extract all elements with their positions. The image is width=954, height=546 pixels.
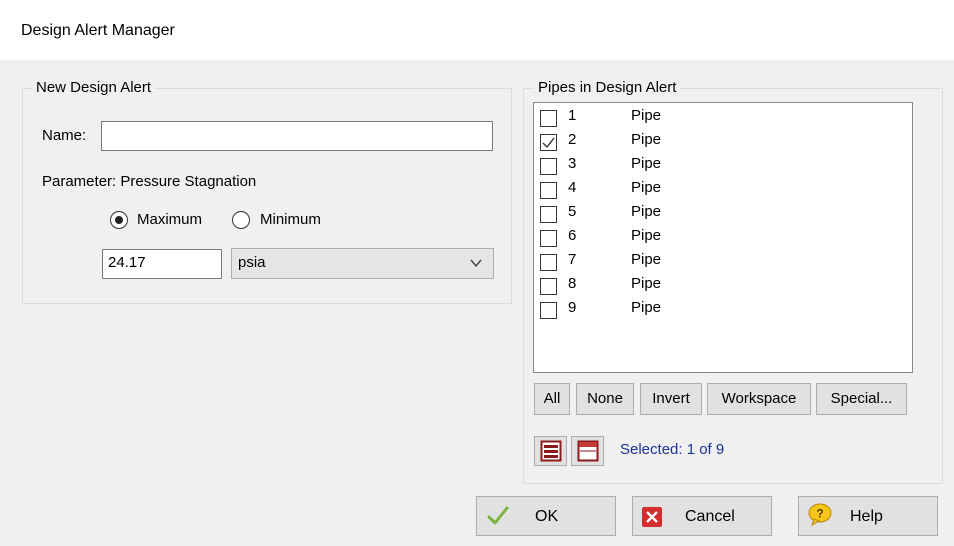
svg-text:?: ? bbox=[816, 507, 823, 521]
red-x-icon bbox=[642, 507, 662, 527]
minimum-radio[interactable] bbox=[232, 211, 250, 229]
list-item[interactable]: 1 Pipe bbox=[534, 106, 912, 130]
list-item[interactable]: 8 Pipe bbox=[534, 274, 912, 298]
list-item[interactable]: 9 Pipe bbox=[534, 298, 912, 322]
minimum-label[interactable]: Minimum bbox=[260, 210, 321, 230]
window-title: Design Alert Manager bbox=[21, 22, 175, 39]
selected-count: Selected: 1 of 9 bbox=[620, 441, 725, 458]
list-header-button[interactable] bbox=[571, 436, 604, 466]
pipe-checkbox[interactable] bbox=[540, 278, 557, 295]
pipe-type: Pipe bbox=[631, 251, 662, 268]
pipe-type: Pipe bbox=[631, 299, 662, 316]
workspace-button[interactable]: Workspace bbox=[707, 383, 811, 415]
pipe-checkbox[interactable] bbox=[540, 302, 557, 319]
pipe-checkbox[interactable] bbox=[540, 134, 557, 151]
special-button[interactable]: Special... bbox=[816, 383, 907, 415]
value-input[interactable]: 24.17 bbox=[102, 249, 222, 279]
pipes-listbox[interactable]: 1 Pipe 2 Pipe 3 Pipe 4 Pipe 5 Pipe 6 Pip… bbox=[533, 102, 913, 373]
list-item[interactable]: 6 Pipe bbox=[534, 226, 912, 250]
pipe-checkbox[interactable] bbox=[540, 254, 557, 271]
ok-button[interactable]: OK bbox=[476, 496, 616, 536]
pipes-group-label: Pipes in Design Alert bbox=[534, 79, 681, 97]
pipe-checkbox[interactable] bbox=[540, 206, 557, 223]
pipe-number: 8 bbox=[568, 275, 577, 292]
pipe-number: 1 bbox=[568, 107, 577, 124]
unit-select-value: psia bbox=[238, 254, 266, 271]
pipe-number: 3 bbox=[568, 155, 577, 172]
pipe-checkbox[interactable] bbox=[540, 110, 557, 127]
all-button[interactable]: All bbox=[534, 383, 570, 415]
pipe-number: 2 bbox=[568, 131, 577, 148]
pipe-checkbox[interactable] bbox=[540, 230, 557, 247]
new-design-alert-label: New Design Alert bbox=[32, 79, 156, 97]
green-checkmark-icon bbox=[487, 506, 509, 525]
pipe-number: 9 bbox=[568, 299, 577, 316]
pipe-checkbox[interactable] bbox=[540, 182, 557, 199]
maximum-radio[interactable] bbox=[110, 211, 128, 229]
pipe-type: Pipe bbox=[631, 155, 662, 172]
unit-select[interactable]: psia bbox=[231, 248, 494, 279]
pipe-number: 4 bbox=[568, 179, 577, 196]
pipe-checkbox[interactable] bbox=[540, 158, 557, 175]
list-rows-button[interactable] bbox=[534, 436, 567, 466]
pipe-type: Pipe bbox=[631, 107, 662, 124]
chevron-down-icon bbox=[470, 259, 482, 268]
pipe-type: Pipe bbox=[631, 203, 662, 220]
list-rows-icon bbox=[540, 440, 562, 462]
pipe-number: 7 bbox=[568, 251, 577, 268]
pipe-number: 5 bbox=[568, 203, 577, 220]
list-item[interactable]: 4 Pipe bbox=[534, 178, 912, 202]
cancel-button[interactable]: Cancel bbox=[632, 496, 772, 536]
name-label: Name: bbox=[42, 127, 87, 144]
list-header-icon bbox=[577, 440, 599, 462]
checkmark-icon bbox=[542, 137, 555, 149]
parameter-label: Parameter: Pressure Stagnation bbox=[42, 173, 257, 190]
invert-button[interactable]: Invert bbox=[640, 383, 702, 415]
cancel-label: Cancel bbox=[685, 508, 735, 525]
radio-selected-dot bbox=[115, 216, 123, 224]
help-button[interactable]: ? Help bbox=[798, 496, 938, 536]
help-label: Help bbox=[850, 508, 883, 525]
name-input[interactable] bbox=[101, 121, 493, 151]
pipe-type: Pipe bbox=[631, 131, 662, 148]
list-item[interactable]: 3 Pipe bbox=[534, 154, 912, 178]
pipe-type: Pipe bbox=[631, 227, 662, 244]
list-item[interactable]: 7 Pipe bbox=[534, 250, 912, 274]
question-bubble-icon: ? bbox=[808, 503, 832, 526]
pipe-type: Pipe bbox=[631, 179, 662, 196]
pipe-number: 6 bbox=[568, 227, 577, 244]
list-item[interactable]: 5 Pipe bbox=[534, 202, 912, 226]
list-item[interactable]: 2 Pipe bbox=[534, 130, 912, 154]
none-button[interactable]: None bbox=[576, 383, 634, 415]
pipe-type: Pipe bbox=[631, 275, 662, 292]
maximum-label[interactable]: Maximum bbox=[137, 210, 202, 230]
ok-label: OK bbox=[535, 508, 559, 525]
